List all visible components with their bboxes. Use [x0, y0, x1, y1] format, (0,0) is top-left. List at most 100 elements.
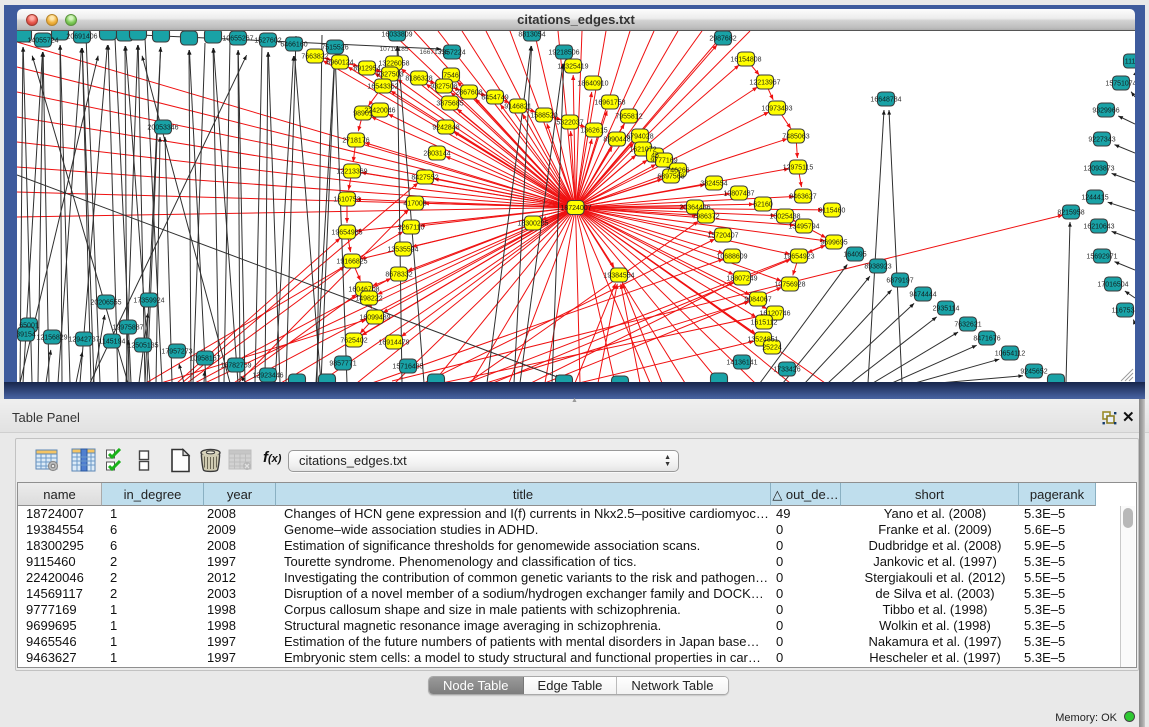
svg-text:98901: 98901 [353, 110, 373, 117]
svg-text:1362615: 1362615 [580, 127, 607, 134]
svg-text:15716485: 15716485 [392, 363, 423, 370]
svg-text:12942737: 12942737 [68, 336, 99, 343]
svg-text:7515526: 7515526 [321, 44, 348, 51]
svg-text:10958167: 10958167 [189, 355, 220, 362]
svg-text:25224: 25224 [762, 344, 782, 351]
svg-text:7986372: 7986372 [692, 213, 719, 220]
svg-text:18640910: 18640910 [577, 80, 608, 87]
svg-text:6794028: 6794028 [626, 133, 653, 140]
svg-text:8813054: 8813054 [518, 31, 545, 38]
svg-text:9245652: 9245652 [1020, 368, 1047, 375]
svg-text:5322037: 5322037 [556, 119, 583, 126]
svg-text:8427552: 8427552 [411, 174, 438, 181]
svg-text:16648784: 16648784 [870, 96, 901, 103]
svg-text:18300295: 18300295 [517, 220, 548, 227]
svg-text:9242848: 9242848 [432, 124, 459, 131]
svg-text:20053346: 20053346 [147, 124, 178, 131]
svg-text:19654923: 19654923 [783, 253, 814, 260]
svg-text:16210643: 16210643 [1083, 223, 1114, 230]
svg-text:7632621: 7632621 [954, 321, 981, 328]
svg-text:3875685: 3875685 [436, 100, 463, 107]
svg-text:17359924: 17359924 [133, 297, 164, 304]
svg-text:12975115: 12975115 [783, 164, 814, 171]
svg-text:6466160: 6466160 [280, 41, 307, 48]
svg-text:62160: 62160 [753, 201, 773, 208]
svg-text:10756928: 10756928 [774, 281, 805, 288]
svg-text:2867608: 2867608 [455, 89, 482, 96]
svg-text:20364436: 20364436 [679, 204, 710, 211]
svg-text:14055724: 14055724 [27, 37, 58, 44]
svg-text:19975887: 19975887 [112, 324, 143, 331]
svg-text:10807487: 10807487 [723, 190, 754, 197]
svg-text:15720407: 15720407 [707, 232, 738, 239]
svg-text:8186328: 8186328 [405, 75, 432, 82]
svg-text:7546: 7546 [443, 72, 459, 79]
svg-text:16671355: 16671355 [420, 49, 449, 56]
svg-text:16961758: 16961758 [594, 99, 625, 106]
svg-text:8215958: 8215958 [1057, 209, 1084, 216]
svg-text:8678332: 8678332 [385, 271, 412, 278]
svg-text:19166825: 19166825 [336, 258, 367, 265]
svg-text:13495794: 13495794 [788, 223, 819, 230]
svg-text:20691406: 20691406 [66, 33, 97, 40]
svg-text:10654112: 10654112 [995, 350, 1026, 357]
svg-text:2935114: 2935114 [933, 305, 960, 312]
svg-text:12093873: 12093873 [1083, 165, 1114, 172]
svg-text:164095: 164095 [843, 251, 866, 258]
svg-text:9227343: 9227343 [1088, 136, 1115, 143]
svg-text:19654985: 19654985 [331, 229, 362, 236]
svg-text:1610753: 1610753 [333, 196, 360, 203]
svg-text:18724007: 18724007 [560, 205, 591, 212]
svg-text:15751074: 15751074 [1105, 80, 1135, 87]
svg-text:12213369: 12213369 [336, 168, 367, 175]
svg-text:9777169: 9777169 [650, 157, 677, 164]
svg-text:13226058: 13226058 [378, 60, 409, 67]
svg-text:9463627: 9463627 [789, 193, 816, 200]
svg-text:1498222: 1498222 [355, 295, 382, 302]
svg-text:1145194: 1145194 [99, 338, 126, 345]
svg-text:8471676: 8471676 [973, 335, 1000, 342]
svg-text:10655267: 10655267 [222, 35, 253, 42]
svg-text:417006: 417006 [403, 200, 426, 207]
svg-text:2718176: 2718176 [342, 137, 369, 144]
svg-text:16099489: 16099489 [359, 314, 390, 321]
svg-text:9857771: 9857771 [329, 360, 356, 367]
svg-text:10688609: 10688609 [716, 253, 747, 260]
svg-text:17957273: 17957273 [161, 348, 192, 355]
svg-text:1615112: 1615112 [751, 319, 778, 326]
svg-text:9699695: 9699695 [820, 239, 847, 246]
svg-text:7955812: 7955812 [615, 113, 642, 120]
svg-text:12325419: 12325419 [557, 63, 588, 70]
svg-text:16120746: 16120746 [759, 310, 790, 317]
svg-text:9474444: 9474444 [909, 291, 936, 298]
svg-text:16046708: 16046708 [348, 286, 379, 293]
svg-text:1527602: 1527602 [254, 37, 281, 44]
svg-text:18807249: 18807249 [726, 275, 757, 282]
svg-text:9115460: 9115460 [819, 207, 846, 214]
svg-text:16543362: 16543362 [367, 83, 398, 90]
svg-text:10973493: 10973493 [761, 105, 792, 112]
svg-text:12156829: 12156829 [36, 334, 67, 341]
svg-text:9327503: 9327503 [376, 71, 403, 78]
svg-text:65001: 65001 [19, 322, 39, 329]
svg-text:9329966: 9329966 [1092, 107, 1119, 114]
svg-text:1112: 1112 [1125, 58, 1135, 65]
svg-text:3267110: 3267110 [398, 224, 425, 231]
svg-text:2987682: 2987682 [709, 35, 736, 42]
svg-text:1244415: 1244415 [1081, 194, 1108, 201]
svg-text:13535594: 13535594 [387, 246, 418, 253]
svg-text:14136141: 14136141 [726, 359, 757, 366]
svg-text:8960124: 8960124 [326, 59, 353, 66]
svg-text:8938923: 8938923 [864, 263, 891, 270]
svg-text:7625402: 7625402 [340, 337, 367, 344]
svg-text:9084067: 9084067 [744, 296, 771, 303]
svg-text:12213967: 12213967 [749, 79, 780, 86]
svg-text:1167534: 1167534 [1112, 307, 1135, 314]
svg-text:16782759: 16782759 [220, 362, 251, 369]
svg-text:15692971: 15692971 [1086, 253, 1117, 260]
svg-text:2803144: 2803144 [423, 150, 450, 157]
svg-text:19384554: 19384554 [603, 272, 634, 279]
svg-text:10719185: 10719185 [380, 46, 409, 53]
svg-text:1588520: 1588520 [530, 112, 557, 119]
svg-text:7663822: 7663822 [301, 53, 328, 60]
